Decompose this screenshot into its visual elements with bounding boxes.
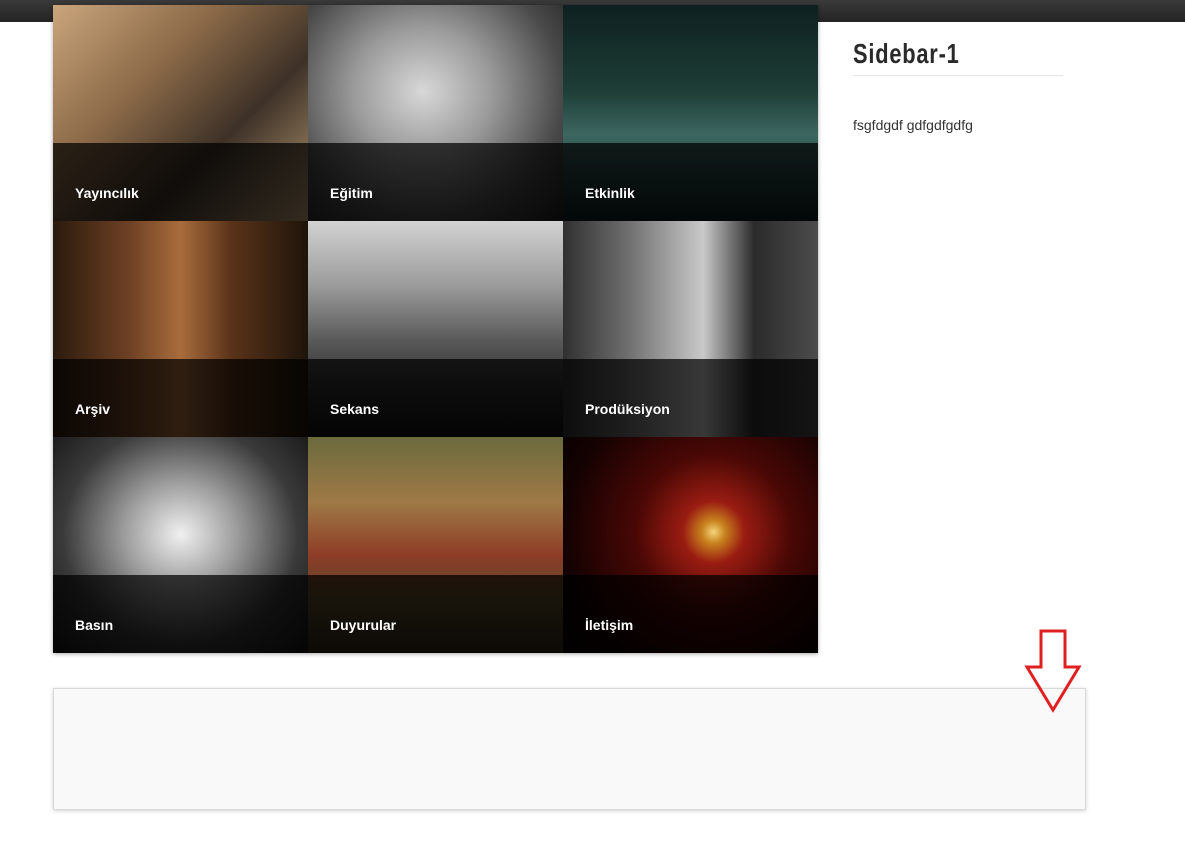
tile-sekans[interactable]: Sekans (308, 221, 563, 437)
tile-etkinlik[interactable]: Etkinlik (563, 5, 818, 221)
tile-caption: Basın (53, 575, 308, 653)
tile-label: Etkinlik (585, 185, 635, 201)
tile-caption: Prodüksiyon (563, 359, 818, 437)
tile-label: İletişim (585, 617, 634, 633)
tile-label: Eğitim (330, 185, 373, 201)
tile-label: Basın (75, 617, 114, 633)
tile-caption: Arşiv (53, 359, 308, 437)
sidebar-divider (853, 75, 1063, 76)
tile-basin[interactable]: Basın (53, 437, 308, 653)
tile-produksiyon[interactable]: Prodüksiyon (563, 221, 818, 437)
tile-caption: Sekans (308, 359, 563, 437)
tile-label: Sekans (330, 401, 380, 417)
tile-iletisim[interactable]: İletişim (563, 437, 818, 653)
tile-yayincilik[interactable]: Yayıncılık (53, 5, 308, 221)
tile-label: Arşiv (75, 401, 111, 417)
tile-label: Prodüksiyon (585, 401, 670, 417)
down-arrow-icon (1024, 629, 1082, 713)
tile-arsiv[interactable]: Arşiv (53, 221, 308, 437)
tile-caption: Yayıncılık (53, 143, 308, 221)
sidebar-title: Sidebar-1 (853, 38, 960, 69)
tile-caption: İletişim (563, 575, 818, 653)
tile-label: Yayıncılık (75, 185, 139, 201)
tile-egitim[interactable]: Eğitim (308, 5, 563, 221)
footer-widget-area (53, 688, 1086, 810)
tile-caption: Eğitim (308, 143, 563, 221)
category-grid: Yayıncılık Eğitim Etkinlik Arşiv Sekans … (53, 5, 818, 653)
tile-caption: Etkinlik (563, 143, 818, 221)
sidebar-text: fsgfdgdf gdfgdfgdfg (853, 117, 973, 133)
tile-caption: Duyurular (308, 575, 563, 653)
tile-duyurular[interactable]: Duyurular (308, 437, 563, 653)
tile-label: Duyurular (330, 617, 397, 633)
